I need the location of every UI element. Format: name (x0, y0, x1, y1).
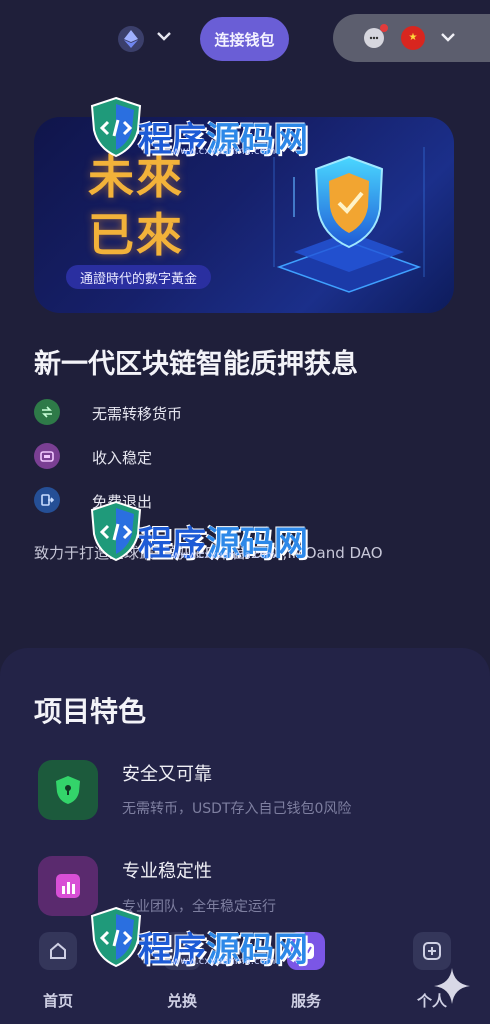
tab-label: 兑换 (166, 992, 197, 1010)
feature-label: 无需转移货币 (92, 405, 183, 423)
notification-dot (380, 24, 388, 32)
exchange-icon (163, 932, 201, 970)
chart-service-icon (287, 932, 325, 970)
banner-headline-2: 已來 (88, 208, 184, 262)
bar-chart-icon (38, 856, 98, 916)
banner-tagline: 通證時代的數字黃金 (66, 265, 212, 289)
home-icon (39, 932, 77, 970)
banner-headline-1: 未來 (88, 150, 184, 204)
exit-icon (34, 487, 60, 513)
card-subtitle: 专业团队，全年稳定运行 (122, 899, 276, 915)
tab-label: 首页 (42, 992, 73, 1010)
feature-label: 免费退出 (92, 493, 153, 511)
card-subtitle: 无需转币，USDT存入自己钱包0风险 (122, 801, 352, 817)
ethereum-icon[interactable] (118, 26, 144, 52)
hero-description: 致力于打造全球最大的DeFi平台 DEX,IMOand DAO (34, 544, 383, 562)
plus-square-icon (413, 932, 451, 970)
sparkle-icon (434, 968, 470, 1004)
feature-item: 无需转移货币 (34, 397, 334, 427)
transfer-icon (34, 399, 60, 425)
top-header: 连接钱包 ★ (0, 0, 490, 80)
promo-banner[interactable]: 未來 已來 通證時代的數字黃金 (34, 117, 454, 313)
tab-exchange[interactable]: 兑换 (152, 932, 212, 1016)
feature-label: 收入稳定 (92, 449, 153, 467)
tab-label: 服务 (290, 992, 321, 1010)
section-title: 项目特色 (34, 695, 147, 728)
feature-item: 收入稳定 (34, 441, 334, 471)
chevron-down-icon[interactable] (156, 28, 172, 44)
card-title: 专业稳定性 (122, 861, 212, 882)
hero-title: 新一代区块链智能质押获息 (34, 349, 358, 380)
wallet-icon (34, 443, 60, 469)
shield-lock-icon (38, 760, 98, 820)
connect-wallet-button[interactable]: 连接钱包 (200, 17, 289, 61)
tab-service[interactable]: 服务 (276, 932, 336, 1016)
feature-item: 免费退出 (34, 485, 334, 515)
card-title: 安全又可靠 (122, 764, 212, 785)
tab-home[interactable]: 首页 (28, 932, 88, 1016)
security-shield-illustration (273, 147, 425, 293)
china-flag-icon[interactable]: ★ (401, 26, 425, 50)
chevron-down-icon[interactable] (440, 29, 456, 45)
